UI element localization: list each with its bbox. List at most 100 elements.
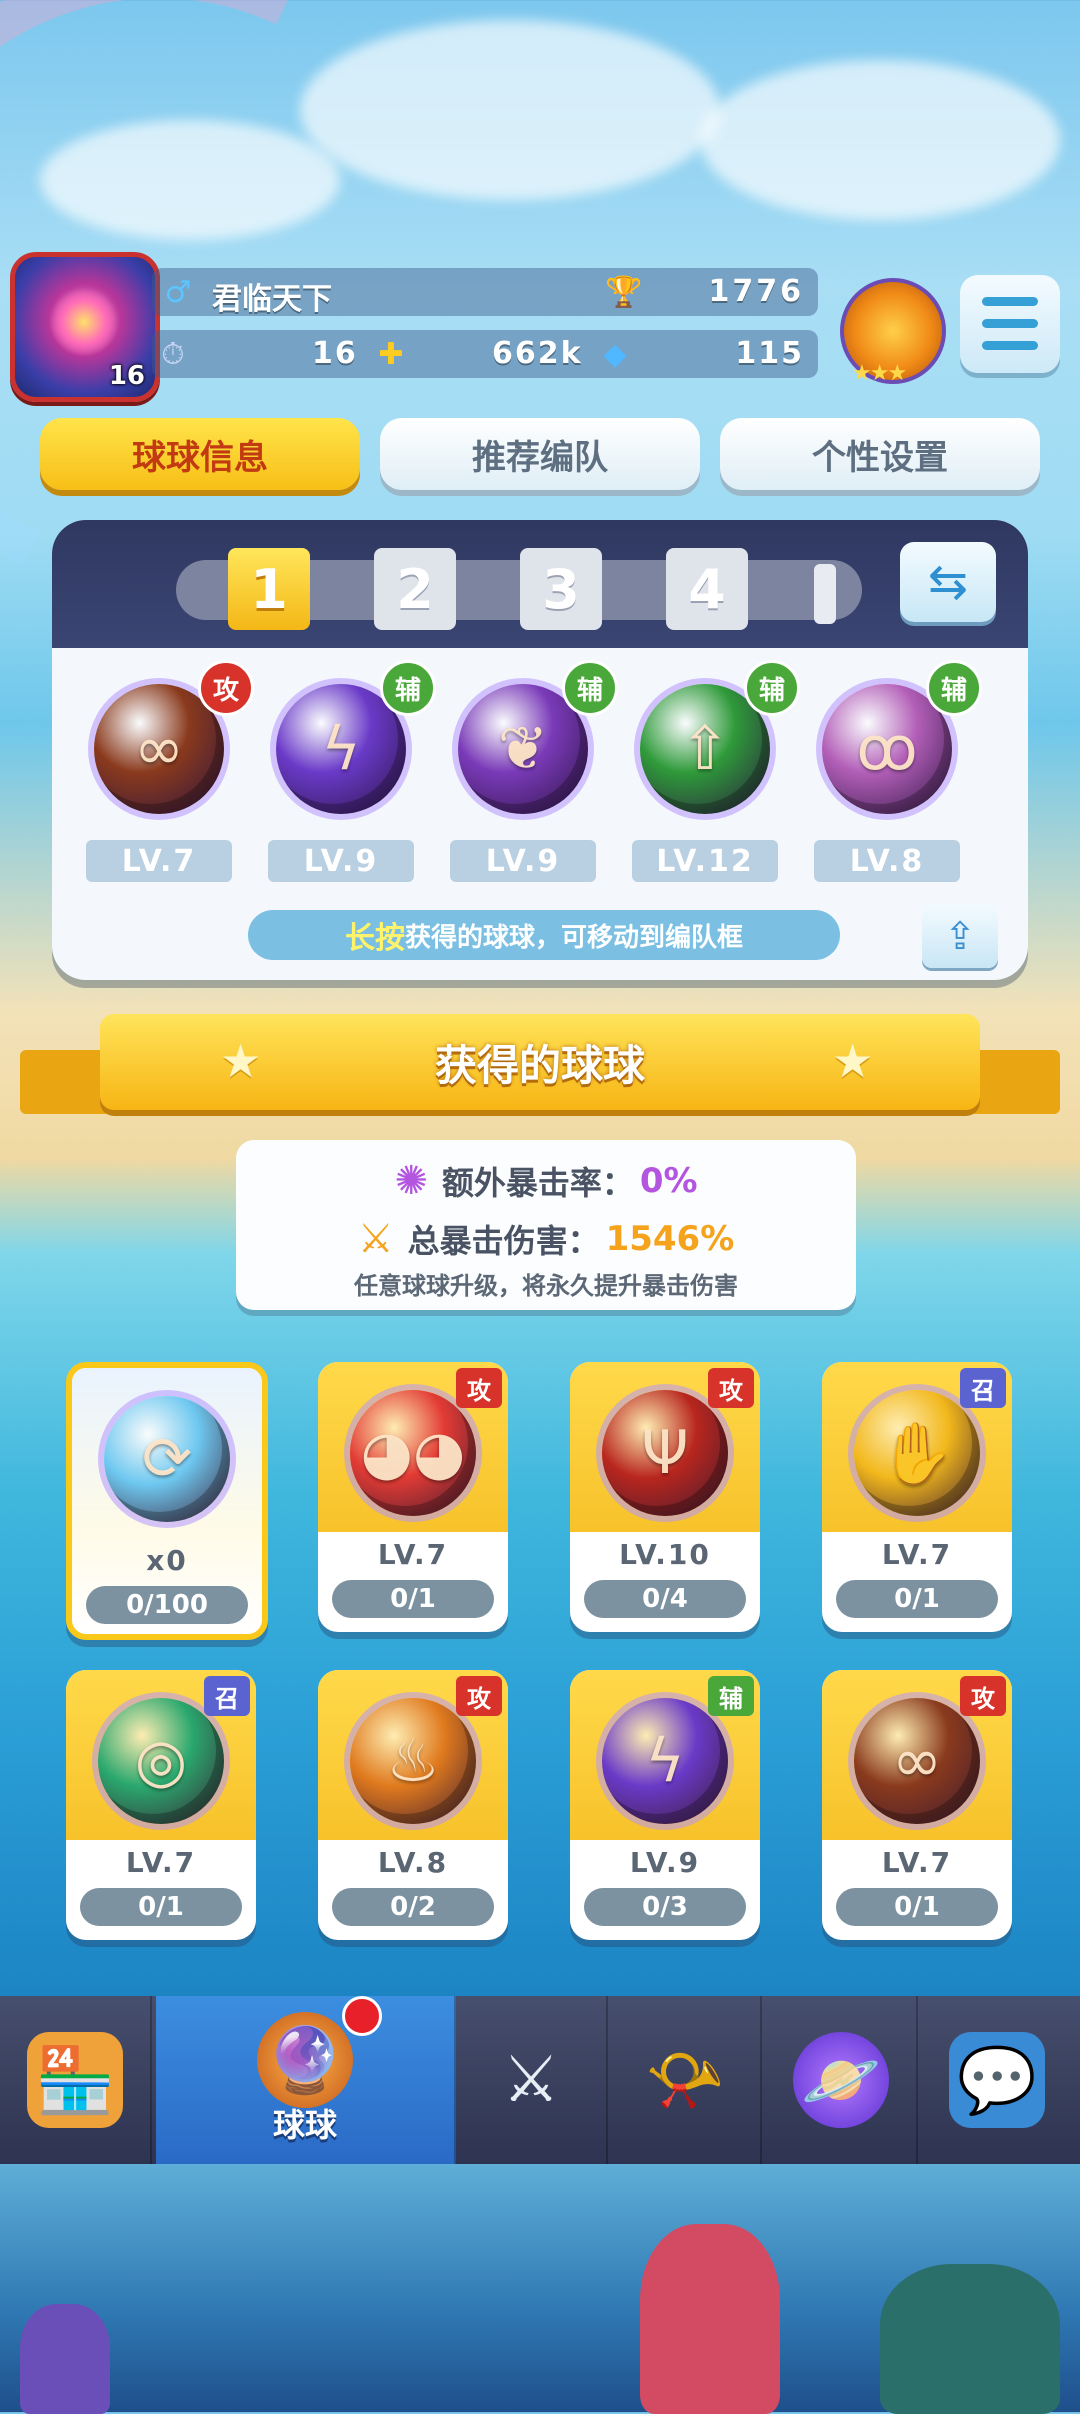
battle-icon: ⚔ [502,2043,560,2117]
upgrade-progress: 0/1 [836,1888,998,1926]
chat-icon: 💬 [949,2032,1045,2128]
team-slot-header: 1 2 3 4 ⇆ [52,520,1028,648]
avatar-emblem [49,287,119,357]
ball-level: LV.9 [450,840,596,882]
role-badge: 攻 [708,1368,754,1408]
player-level: 16 [108,361,145,391]
player-name: 君临天下 [212,282,332,317]
face-icon: ◕◕ [360,1418,466,1488]
role-badge: 召 [204,1676,250,1716]
ball-level: LV.9 [629,1846,701,1879]
trophy-count: 1776 [708,274,804,309]
coral [880,2264,1060,2414]
nav-balls[interactable]: 🔮 球球 [156,1996,456,2164]
hand-icon: ✋ [879,1418,955,1489]
nav-shop[interactable]: 🏪 [0,1996,152,2164]
trophy-icon: 🏆 [605,274,643,310]
ball-card[interactable]: ◕◕ 攻 LV.7 0/1 [318,1362,508,1632]
coin-add-icon[interactable]: ✚ [366,330,416,378]
total-crit-value: 1546% [605,1219,735,1259]
nav-whistle[interactable]: 📯 [610,1996,762,2164]
upgrade-progress: 0/1 [836,1580,998,1618]
role-badge: 攻 [960,1676,1006,1716]
ball-level: LV.8 [377,1846,449,1879]
ball-level: LV.7 [881,1846,953,1879]
ball-level: LV.12 [632,840,778,882]
swap-team-button[interactable]: ⇆ [900,542,996,622]
coin-count: 662k [492,336,583,371]
ball-image: ♨ [350,1698,476,1824]
ball-level: LV.9 [268,840,414,882]
total-crit-label: 总暴击伤害： [407,1222,600,1260]
ball-card[interactable]: Ψ 攻 LV.10 0/4 [570,1362,760,1632]
upgrade-progress: 0/3 [584,1888,746,1926]
menu-button[interactable] [960,275,1060,373]
gem-count: 115 [735,336,804,371]
refresh-icon: ⟳ [141,1424,193,1494]
ball-image: ∞ [854,1698,980,1824]
ball-image: ϟ [602,1698,728,1824]
crit-note: 任意球球升级，将永久提升暴击伤害 [354,1272,738,1300]
ball-level: LV.7 [881,1538,953,1571]
team-slot-4[interactable]: 4 [666,548,748,630]
player-avatar[interactable]: 16 [10,252,160,402]
flame-icon: ♨ [386,1726,440,1796]
ball-card[interactable]: ϟ 辅 LV.9 0/3 [570,1670,760,1940]
role-badge: 辅 [926,660,982,716]
collection-banner: ★ ★ 获得的球球 [20,1014,1060,1114]
team-slot-3[interactable]: 3 [520,548,602,630]
tab-recommended-team[interactable]: 推荐编队 [380,418,700,490]
team-panel: 1 2 3 4 ⇆ ∞ 攻 LV.7 ϟ 辅 LV.9 ❦ 辅 LV.9 ⇧ 辅 LV.12 ꝏ 辅 LV.… [52,520,1028,980]
planet-icon: 🪐 [793,2032,889,2128]
team-slot-2[interactable]: 2 [374,548,456,630]
team-slot-1[interactable]: 1 [228,548,310,630]
tab-personal-settings[interactable]: 个性设置 [720,418,1040,490]
portal-icon: ◎ [134,1726,188,1796]
ball-level: LV.7 [125,1846,197,1879]
nav-battle[interactable]: ⚔ [456,1996,608,2164]
ball-level: LV.10 [619,1538,711,1571]
lightning-icon: ϟ [645,1726,685,1796]
role-badge: 辅 [744,660,800,716]
menu-icon-line [982,319,1038,328]
rank-stars-icon: ★★★ [852,361,907,386]
ball-image: ✋ [854,1390,980,1516]
ball-count: x0 [146,1544,188,1577]
resource-bar: ⏱ 16 ✚ 662k ◆ 115 [152,330,818,378]
ball-card[interactable]: ✋ 召 LV.7 0/1 [822,1362,1012,1632]
whistle-icon: 📯 [645,2043,725,2118]
upgrade-progress: 0/4 [584,1580,746,1618]
energy-icon[interactable]: ⏱ [148,330,198,378]
ball-image: Ψ [602,1390,728,1516]
role-badge: 辅 [562,660,618,716]
role-badge: 辅 [380,660,436,716]
ball-card[interactable]: ∞ 攻 LV.7 0/1 [822,1670,1012,1940]
menu-icon [982,297,1038,306]
share-button[interactable]: ⇪ [922,904,998,968]
notification-badge [342,1996,382,2036]
coral [20,2304,110,2414]
player-name-bar: ♂ 君临天下 🏆 1776 [152,268,818,317]
energy-count: 16 [312,336,358,371]
cloud [40,120,340,240]
gem-add-icon[interactable]: ◆ [588,330,642,378]
male-icon: ♂ [164,274,192,310]
role-badge: 召 [960,1368,1006,1408]
ball-card[interactable]: ♨ 攻 LV.8 0/2 [318,1670,508,1940]
nav-planet[interactable]: 🪐 [766,1996,918,2164]
ball-level: LV.7 [377,1538,449,1571]
role-badge: 攻 [456,1368,502,1408]
ball-image: ⟳ [104,1396,230,1522]
nav-chat[interactable]: 💬 [922,1996,1072,2164]
cloud [700,60,1060,220]
upgrade-progress: 0/2 [332,1888,494,1926]
crit-rate-icon: ✺ [394,1158,428,1204]
tab-ball-info[interactable]: 球球信息 [40,418,360,490]
rank-medal-icon[interactable]: ★★★ [840,278,946,386]
share-icon: ⇪ [944,914,976,958]
role-badge: 攻 [456,1676,502,1716]
special-ball-card[interactable]: ⟳ x0 0/100 [66,1362,268,1640]
section-title: 获得的球球 [434,1040,645,1090]
bottom-nav: 🏪 🔮 球球 ⚔ 📯 🪐 💬 [0,1996,1080,2164]
ball-card[interactable]: ◎ 召 LV.7 0/1 [66,1670,256,1940]
